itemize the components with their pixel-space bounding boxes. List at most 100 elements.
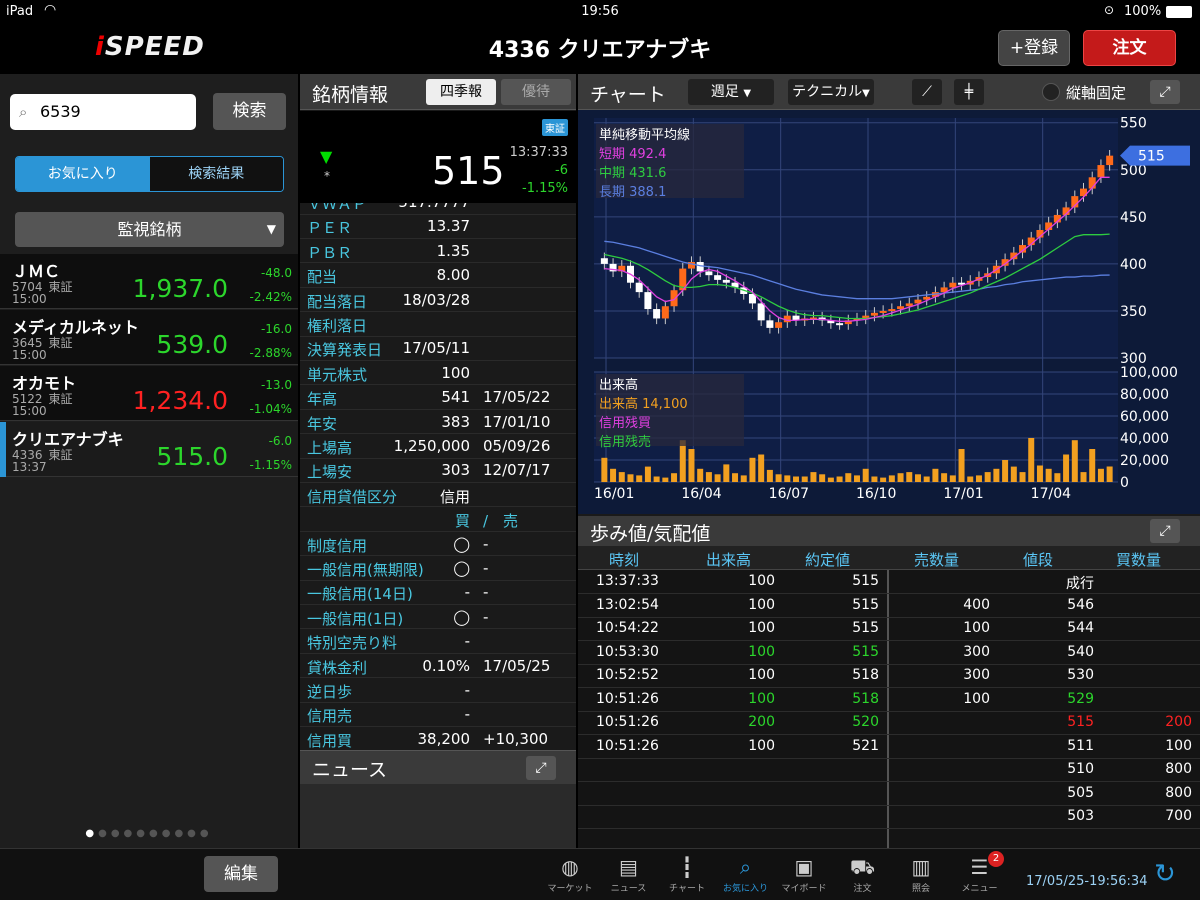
info-date: - [483,559,489,577]
tick-row: 10:51:26 200 520 [578,711,887,735]
quote-box: 東証 ▼ * 515 13:37:33 -6 -1.15% [300,111,576,203]
info-row: 配当落日 18/03/28 [300,288,576,313]
stock-row[interactable]: クリエアナブキ 4336 東証 13:37 515.0 -6.0 -1.15% [0,422,298,477]
search-input[interactable]: ⌕ 6539 [10,94,196,130]
info-date: / 売 [483,512,519,531]
book-sell-qty: 400 [963,596,990,613]
volume-tick-label: 80,000 [1120,387,1169,403]
volume-bar [662,477,669,482]
info-key: 制度信用 [307,536,368,555]
margin-buy-label: 信用残買 [599,416,652,431]
volume-tick-label: 0 [1120,475,1129,491]
stock-row[interactable]: メディカルネット 3645 東証 15:00 539.0 -16.0 -2.88% [0,310,298,365]
info-row: 信用売 - [300,702,576,727]
volume-bar [854,475,860,482]
price-tag-label: 515 [1138,149,1165,165]
book-price: 503 [1067,808,1094,824]
search-button[interactable]: 検索 [213,93,286,130]
volume-bar [897,473,904,482]
volume-bar [758,454,765,482]
info-table[interactable]: ＶＷＡＰ 517.7777 ＰＥＲ 13.37 ＰＢＲ 1.35 配当 8.00 配当落日 18/… [300,203,576,749]
volume-bar [723,464,730,482]
info-key: ＰＢＲ [307,243,353,262]
order-button[interactable]: 注文 [1083,30,1176,66]
stock-price: 539.0 [156,330,228,359]
tab-globe[interactable]: ◍ マーケット [540,855,600,894]
tab-quarterly-report[interactable]: 四季報 [426,79,496,105]
trades-board[interactable]: 時刻 出来高 約定値 売数量 値段 買数量 13:37:33 100 515 13:02:54 10… [578,546,1200,853]
refresh-icon[interactable]: ↻ [1154,859,1176,889]
stock-market: 東証 [48,392,73,406]
chart-area[interactable]: 300 350 400 450 500 550 0 20,000 40,000 60,000 80,… [578,110,1200,514]
info-key: 逆日歩 [307,683,353,701]
volume-bar [610,468,617,482]
down-arrow-icon: ▼ [320,147,333,166]
info-key: 一般信用(14日) [307,585,413,604]
news-expand-icon[interactable]: ⤢ [526,756,556,780]
info-row: 単元株式 100 [300,361,576,386]
info-key: 単元株式 [307,365,368,384]
info-key: 一般信用(1日) [307,609,404,628]
stock-market: 東証 [48,280,73,294]
x-tick-label: 16/10 [856,486,896,502]
x-tick-label: 16/04 [681,486,721,502]
chart-expand-icon[interactable]: ⤢ [1150,80,1180,104]
info-value: - [464,681,470,699]
tab-book[interactable]: ▥ 照会 [891,855,951,894]
tab-shareholder-benefit[interactable]: 優待 [501,79,571,105]
candle-settings-icon[interactable]: ╪ [954,79,984,105]
tab-chart[interactable]: ┇ チャート [657,855,717,894]
trades-expand-icon[interactable]: ⤢ [1150,519,1180,543]
book-sell-qty: 100 [963,620,990,636]
chart-title: チャート [590,84,666,106]
volume-bar [688,449,695,482]
book-row: 400 546 [889,594,1200,618]
ispeed-logo: iSPEED [95,32,205,62]
watchlist-dropdown[interactable]: 監視銘柄 ▼ [15,212,284,247]
tab-favorites[interactable]: お気に入り [16,157,150,191]
trendline-icon[interactable]: ⟋ [912,79,942,105]
tab-label: メニュー [961,884,998,894]
tick-price: 515 [852,573,879,589]
info-value: ◯ [453,559,470,577]
stock-row[interactable]: オカモト 5122 東証 15:00 1,234.0 -13.0 -1.04% [0,366,298,421]
info-value: 買 [454,512,470,531]
book-price: 515 [1067,714,1094,730]
tab-cart[interactable]: ⛟ 注文 [833,855,893,894]
info-value: 13.37 [427,217,470,236]
stock-row[interactable]: ＪＭＣ 5704 東証 15:00 1,937.0 -48.0 -2.42% [0,254,298,309]
volume-bar [740,475,747,482]
tick-row: 10:54:22 100 515 [578,617,887,641]
tick-time: 10:52:52 [596,667,659,683]
tab-label: 注文 [853,884,872,894]
fixed-axis-toggle[interactable] [1042,83,1060,101]
info-date: 17/01/10 [483,412,551,431]
tab-label: 照会 [911,884,930,894]
volume-bar [871,476,878,482]
period-dropdown[interactable]: 週足 ▼ [688,79,774,105]
candle-body [836,323,844,326]
tab-label: チャート [669,884,705,894]
tab-favorites[interactable]: ⌕ お気に入り [716,855,776,894]
news-list [300,784,576,848]
book-sell-qty: 100 [963,690,990,707]
list-segment-control: お気に入り 検索結果 [15,156,284,192]
tick-volume: 100 [748,573,775,589]
info-row: 年高 541 17/05/22 [300,385,576,410]
tick-row: 10:51:26 100 521 [578,735,887,759]
book-price: 510 [1067,761,1094,777]
favorites-icon: ⌕ [739,855,752,879]
tab-search-results[interactable]: 検索結果 [149,157,283,191]
news-header: ニュース ⤢ [300,750,576,784]
info-key: 一般信用(無期限) [307,561,424,579]
tab-newspaper[interactable]: ▤ ニュース [599,855,659,894]
column-header: 買数量 [1116,551,1162,569]
tick-time: 13:02:54 [596,596,659,613]
battery-icon [1166,6,1192,18]
edit-button[interactable]: 編集 [204,856,278,892]
info-value: 17/05/11 [402,339,470,358]
tab-myboard[interactable]: ▣ マイボード [774,855,834,894]
technical-dropdown[interactable]: テクニカル▼ [788,79,874,105]
stock-change: -16.0 [260,322,292,336]
register-button[interactable]: +登録 [998,30,1070,66]
